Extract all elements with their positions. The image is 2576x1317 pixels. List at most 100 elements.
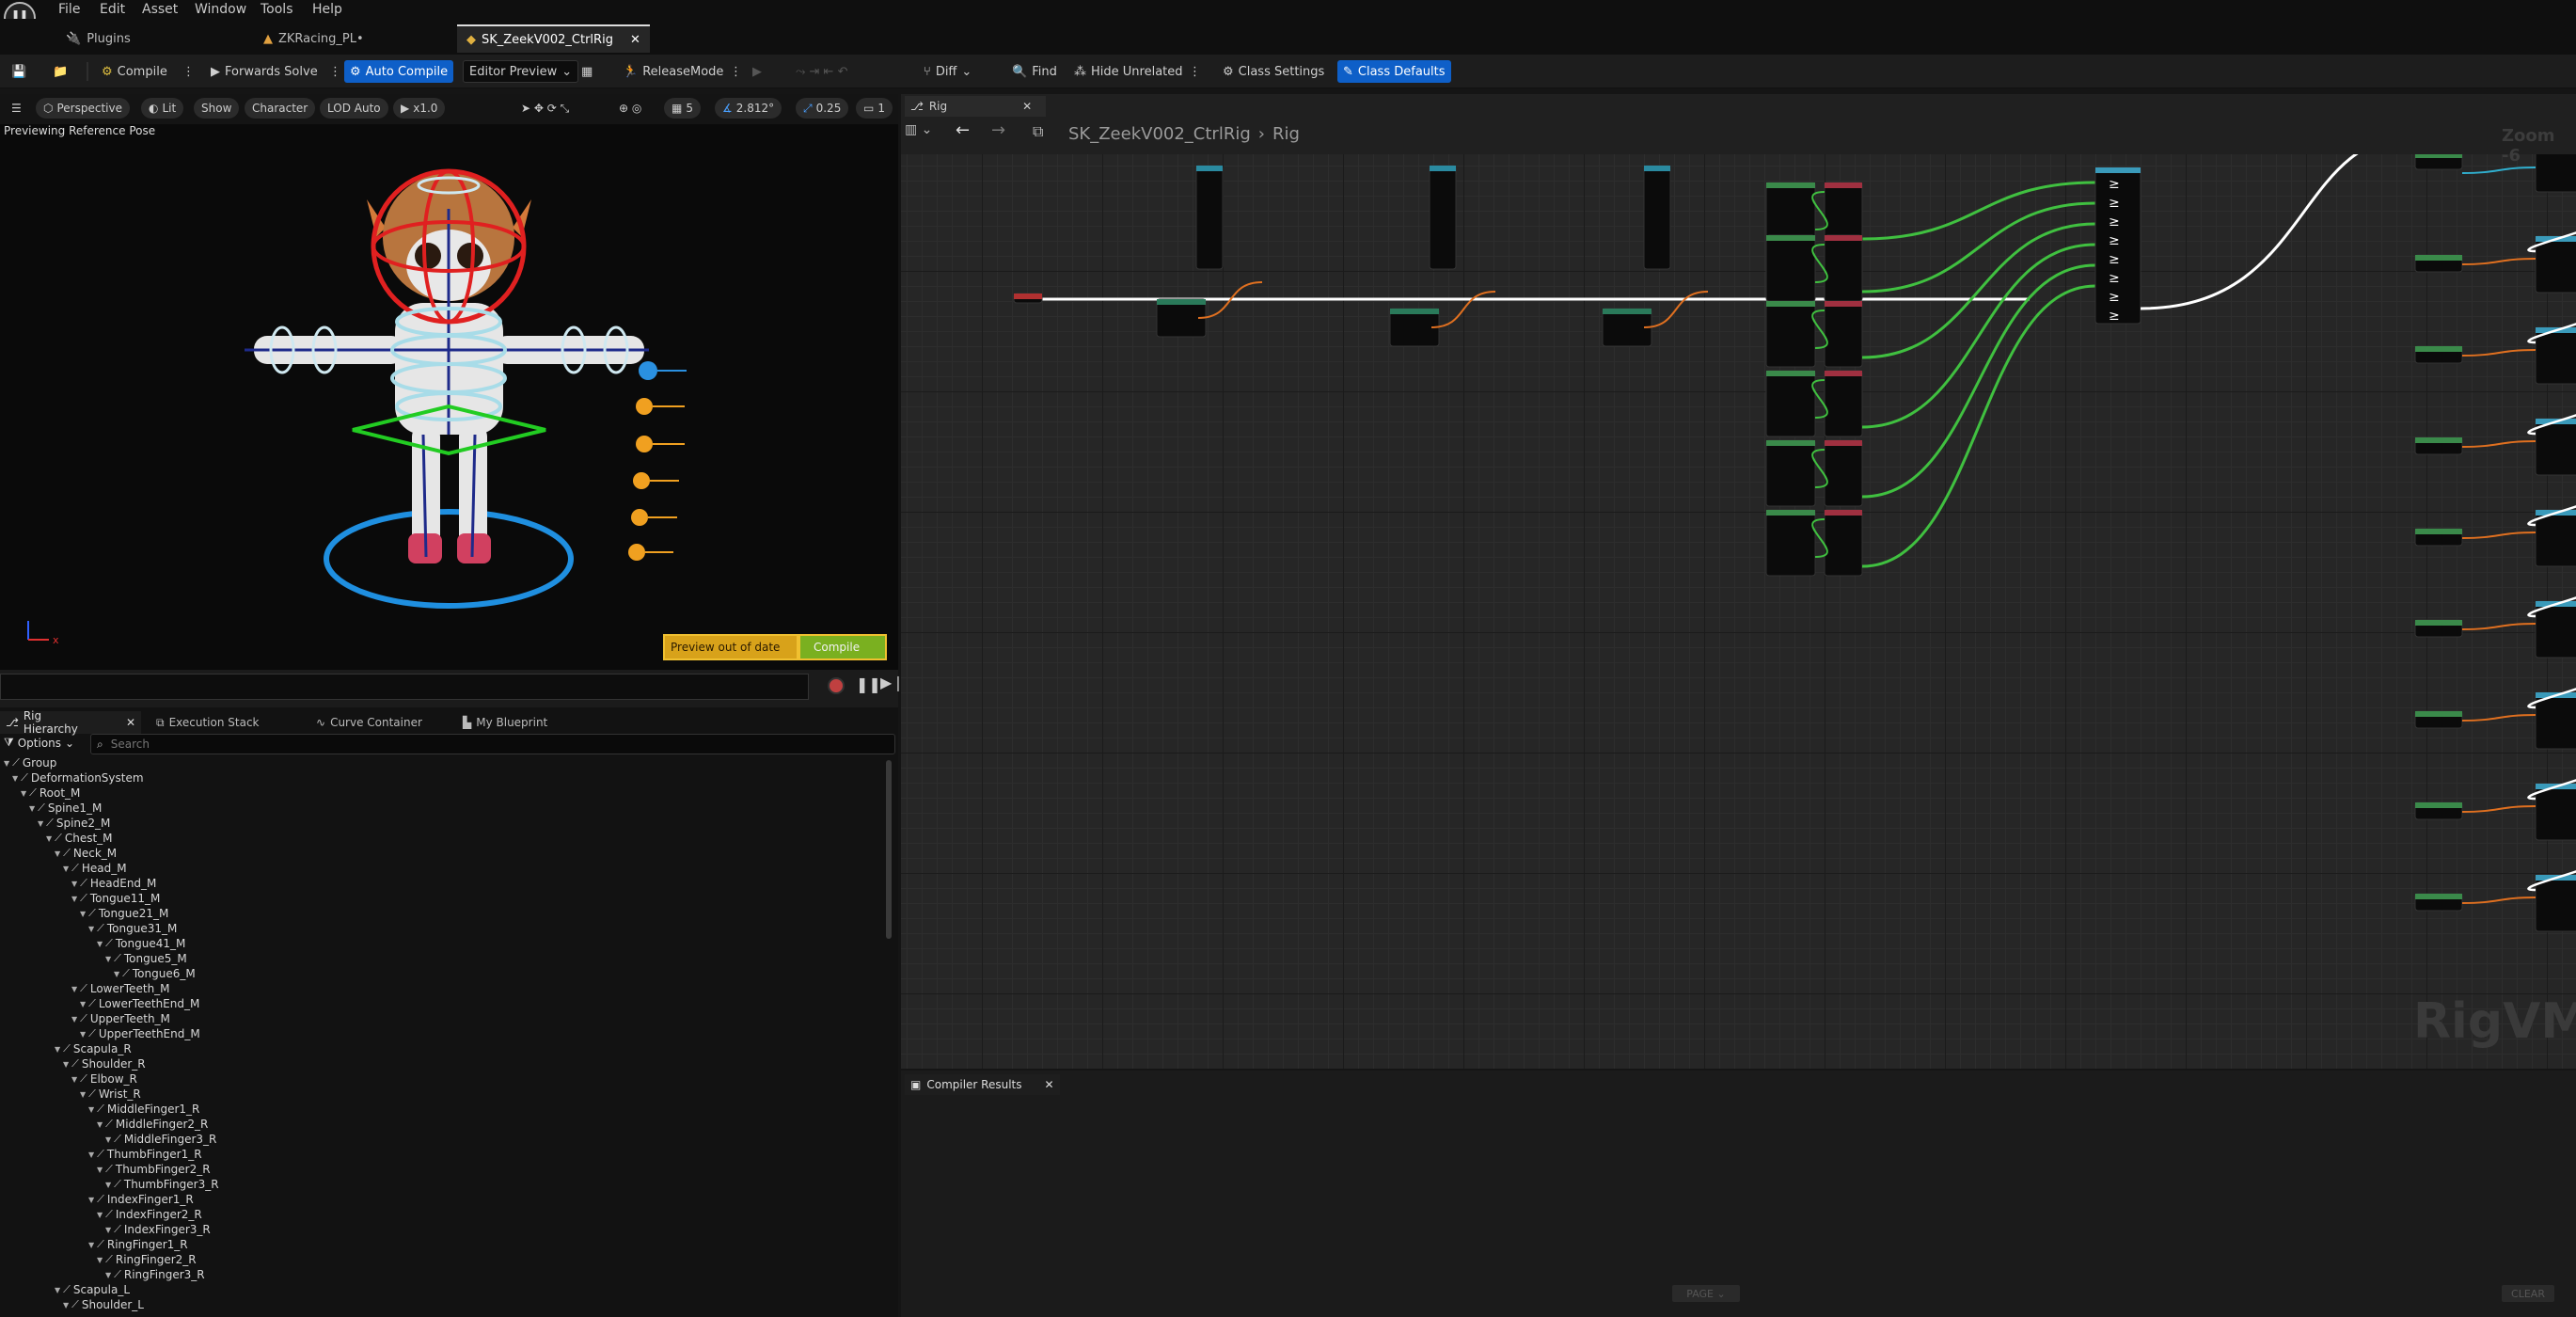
expand-arrow-icon[interactable]: ▼ xyxy=(55,849,60,858)
scale-snap-button[interactable]: ⤢ 0.25 xyxy=(796,98,849,119)
expand-arrow-icon[interactable]: ▼ xyxy=(105,1181,111,1189)
set-transform-node[interactable] xyxy=(1429,165,1457,270)
expand-arrow-icon[interactable]: ▼ xyxy=(71,1075,77,1084)
get-transform-node-header[interactable] xyxy=(2415,255,2462,261)
hierarchy-item[interactable]: ▼ ⟋ Tongue21_M xyxy=(80,907,168,920)
hierarchy-item[interactable]: ▼ ⟋ UpperTeethEnd_M xyxy=(80,1027,200,1040)
graph-options-icon[interactable]: ▥ ⌄ xyxy=(905,122,932,137)
hierarchy-item[interactable]: ▼ ⟋ ThumbFinger1_R xyxy=(88,1148,202,1161)
expand-arrow-icon[interactable]: ▼ xyxy=(114,970,119,978)
hierarchy-item[interactable]: ▼ ⟋ RingFinger3_R xyxy=(105,1268,205,1281)
playback-speed-button[interactable]: ▶ x1.0 xyxy=(393,98,446,119)
get-transform-node-header[interactable] xyxy=(2415,154,2462,158)
get-transform-node-header[interactable] xyxy=(2415,802,2462,808)
sequence-node-header[interactable] xyxy=(2095,167,2141,173)
hierarchy-item[interactable]: ▼ ⟋ RingFinger2_R xyxy=(97,1253,197,1266)
expand-arrow-icon[interactable]: ▼ xyxy=(63,1301,69,1309)
class-defaults-button[interactable]: ✎ Class Defaults xyxy=(1337,60,1451,83)
expand-arrow-icon[interactable]: ▼ xyxy=(21,789,26,798)
search-input[interactable] xyxy=(110,738,769,751)
breadcrumb-leaf[interactable]: Rig xyxy=(1272,124,1300,144)
hierarchy-item[interactable]: ▼ ⟋ DeformationSystem xyxy=(12,771,144,785)
transform-node[interactable] xyxy=(1824,439,1863,507)
sequence-pin[interactable]: ≥ xyxy=(2109,309,2120,324)
hierarchy-item[interactable]: ▼ ⟋ Tongue31_M xyxy=(88,922,177,935)
set-transform-node[interactable] xyxy=(1643,165,1671,270)
expand-arrow-icon[interactable]: ▼ xyxy=(71,985,77,993)
expand-arrow-icon[interactable]: ▼ xyxy=(97,1256,103,1264)
viewport-compile-button[interactable]: Compile xyxy=(798,634,887,660)
coord-space-icons[interactable]: ⊕ ◎ xyxy=(611,98,649,119)
expand-arrow-icon[interactable]: ▼ xyxy=(63,865,69,873)
preview-asset-icon[interactable]: ▦ xyxy=(576,60,598,83)
hierarchy-item[interactable]: ▼ ⟋ Wrist_R xyxy=(80,1087,141,1101)
expand-arrow-icon[interactable]: ▼ xyxy=(71,880,77,888)
expand-arrow-icon[interactable]: ▼ xyxy=(105,1226,111,1234)
transform-mode-icons[interactable]: ➤ ✥ ⟳ ⤡ xyxy=(514,98,577,119)
expand-arrow-icon[interactable]: ▼ xyxy=(80,1090,86,1099)
tab-rig-hierarchy[interactable]: ⎇ Rig Hierarchy ✕ xyxy=(0,709,141,736)
hierarchy-item[interactable]: ▼ ⟋ Scapula_R xyxy=(55,1042,132,1055)
tab-execution-stack[interactable]: ⧉ Execution Stack xyxy=(150,711,265,734)
math-node-header[interactable] xyxy=(1766,510,1815,516)
release-mode-button[interactable]: 🏃 ReleaseMode xyxy=(617,60,729,83)
menu-edit[interactable]: Edit xyxy=(100,2,125,17)
tab-plugins[interactable]: 🔌 Plugins xyxy=(56,24,140,53)
transform-node-header[interactable] xyxy=(1825,510,1862,516)
expand-arrow-icon[interactable]: ▼ xyxy=(88,1150,94,1159)
hierarchy-item[interactable]: ▼ ⟋ Scapula_L xyxy=(55,1283,130,1296)
math-node-header[interactable] xyxy=(1766,371,1815,376)
tab-rig-graph[interactable]: ⎇ Rig ✕ xyxy=(905,96,1046,117)
sequence-pin[interactable]: ≥ xyxy=(2109,177,2120,192)
find-button[interactable]: 🔍 Find xyxy=(1006,60,1063,83)
transform-node-header[interactable] xyxy=(1825,182,1862,188)
tab-zkracing[interactable]: ▲ ZKRacing_PL• xyxy=(254,24,373,53)
show-button[interactable]: Show xyxy=(194,98,240,119)
expand-arrow-icon[interactable]: ▼ xyxy=(55,1045,60,1054)
math-node[interactable] xyxy=(1765,509,1816,577)
record-icon[interactable] xyxy=(828,677,845,694)
expand-arrow-icon[interactable]: ▼ xyxy=(80,1030,86,1039)
perspective-button[interactable]: ⬡ Perspective xyxy=(36,98,130,119)
math-node-header[interactable] xyxy=(1766,440,1815,446)
transform-node-header[interactable] xyxy=(1825,440,1862,446)
expand-arrow-icon[interactable]: ▼ xyxy=(63,1060,69,1069)
tab-compiler-results[interactable]: ▣ Compiler Results ✕ xyxy=(905,1074,1060,1095)
set-transform-node[interactable] xyxy=(2535,154,2576,193)
finger-controls[interactable] xyxy=(628,361,687,561)
menu-asset[interactable]: Asset xyxy=(142,2,178,17)
close-icon[interactable]: ✕ xyxy=(1045,1078,1054,1091)
hierarchy-item[interactable]: ▼ ⟋ Tongue6_M xyxy=(114,967,196,980)
menu-help[interactable]: Help xyxy=(312,2,342,17)
close-icon[interactable]: ✕ xyxy=(630,33,640,47)
menu-file[interactable]: File xyxy=(58,2,80,17)
sequence-pin[interactable]: ≥ xyxy=(2109,214,2120,230)
expand-arrow-icon[interactable]: ▼ xyxy=(4,759,9,768)
sequence-pin[interactable]: ≥ xyxy=(2109,233,2120,248)
sequence-pin[interactable]: ≥ xyxy=(2109,290,2120,305)
page-button[interactable]: PAGE ⌄ xyxy=(1672,1285,1740,1302)
hierarchy-item[interactable]: ▼ ⟋ Tongue11_M xyxy=(71,892,160,905)
options-dropdown[interactable]: ⧩ Options ⌄ xyxy=(4,736,74,750)
editor-preview-dropdown[interactable]: Editor Preview ⌄ xyxy=(463,60,579,83)
expand-arrow-icon[interactable]: ▼ xyxy=(88,1105,94,1114)
tab-ctrlrig[interactable]: ◆ SK_ZeekV002_CtrlRig ✕ xyxy=(457,24,650,53)
pause-icon[interactable]: ❚❚ xyxy=(856,675,881,693)
expand-arrow-icon[interactable]: ▼ xyxy=(71,1015,77,1023)
hierarchy-item[interactable]: ▼ ⟋ Shoulder_R xyxy=(63,1057,146,1071)
math-node[interactable] xyxy=(1765,300,1816,368)
forwards-solve-button[interactable]: ▶ Forwards Solve xyxy=(205,60,324,83)
hierarchy-item[interactable]: ▼ ⟋ IndexFinger1_R xyxy=(88,1193,194,1206)
hierarchy-item[interactable]: ▼ ⟋ ThumbFinger2_R xyxy=(97,1163,211,1176)
math-node[interactable] xyxy=(1765,234,1816,302)
close-icon[interactable]: ✕ xyxy=(126,716,135,729)
hierarchy-item[interactable]: ▼ ⟋ Shoulder_L xyxy=(63,1298,144,1311)
hierarchy-item[interactable]: ▼ ⟋ IndexFinger2_R xyxy=(97,1208,202,1221)
get-transform-node-header[interactable] xyxy=(1157,299,1206,305)
set-transform-node-header[interactable] xyxy=(1644,166,1670,171)
expand-arrow-icon[interactable]: ▼ xyxy=(29,804,35,813)
transform-node-header[interactable] xyxy=(1825,371,1862,376)
hierarchy-item[interactable]: ▼ ⟋ Chest_M xyxy=(46,832,113,845)
menu-tools[interactable]: Tools xyxy=(261,2,293,17)
math-node-header[interactable] xyxy=(1766,182,1815,188)
